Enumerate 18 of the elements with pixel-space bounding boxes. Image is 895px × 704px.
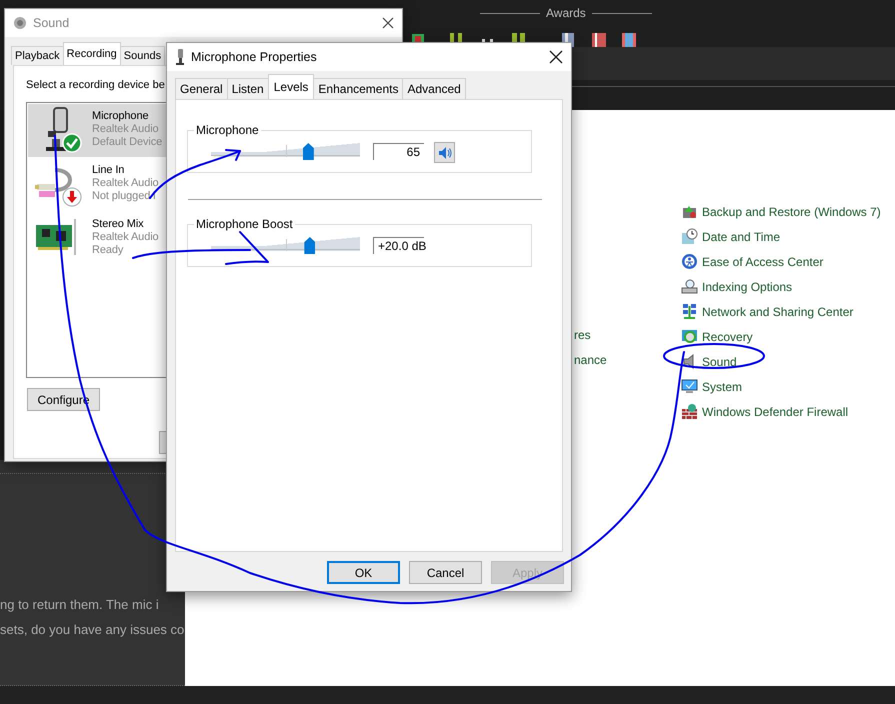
level-value: 65 bbox=[373, 143, 424, 160]
device-driver: Realtek Audio bbox=[92, 177, 159, 190]
level-value: +20.0 dB bbox=[373, 237, 424, 254]
group-label: Microphone Boost bbox=[194, 217, 295, 231]
group-label: Microphone bbox=[194, 123, 261, 137]
device-name: Stereo Mix bbox=[92, 218, 145, 231]
device-name: Line In bbox=[92, 164, 126, 177]
window-title: Microphone Properties bbox=[191, 50, 318, 64]
instruction-text: Select a recording device be bbox=[26, 79, 165, 91]
device-name: Microphone bbox=[92, 110, 150, 123]
device-driver: Realtek Audio bbox=[92, 123, 160, 136]
window-title: Sound bbox=[33, 16, 70, 30]
section-heading: Awards bbox=[546, 6, 586, 20]
post-text: ng to return them. The mic i bbox=[0, 597, 159, 612]
device-status: Default Device bbox=[92, 136, 162, 149]
device-driver: Realtek Audio bbox=[92, 231, 159, 244]
post-text: sets, do you have any issues co bbox=[0, 622, 184, 637]
device-status: Ready bbox=[92, 244, 124, 257]
